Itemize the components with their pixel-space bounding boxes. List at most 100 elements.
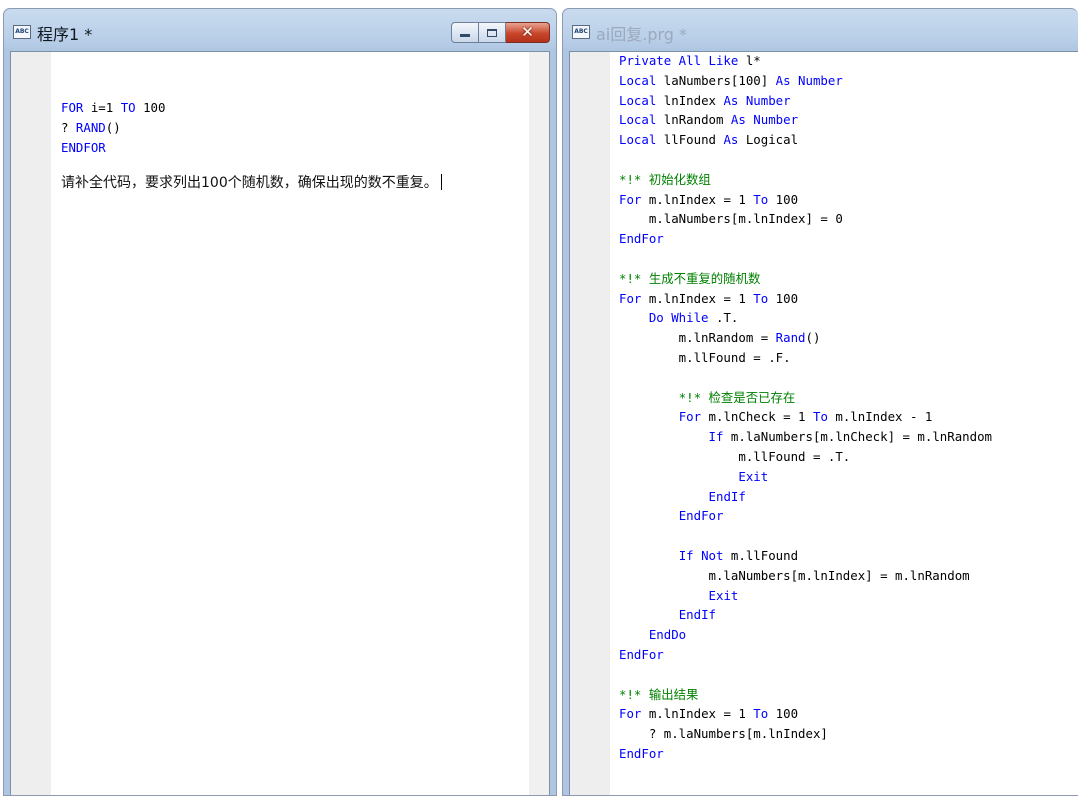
code-token: ()	[805, 330, 821, 346]
maximize-button[interactable]	[479, 22, 506, 43]
code-line: *!* 输出结果	[619, 685, 992, 705]
code-token: m.lnCheck = 1	[701, 409, 813, 425]
editor-gutter	[11, 52, 51, 795]
code-line: ? RAND()	[61, 118, 165, 138]
code-line: Local llFound As Logical	[619, 130, 992, 150]
code-line: Private All Like l*	[619, 51, 992, 71]
window-title: 程序1 *	[37, 25, 93, 44]
code-line: Local laNumbers[100] As Number	[619, 71, 992, 91]
code-token: .T.	[708, 310, 739, 326]
code-token: m.llFound = .T.	[619, 448, 851, 464]
keyword-token: Private All Like	[619, 53, 739, 68]
title-bar[interactable]: ABC 程序1 * ✕	[4, 9, 556, 51]
keyword-token: Rand	[775, 330, 806, 346]
keyword-token: As	[723, 132, 739, 148]
code-line: EndIf	[619, 605, 992, 625]
code-line: EndFor	[619, 744, 992, 764]
code-line: FOR i=1 TO 100	[61, 98, 165, 118]
keyword-token: EndDo	[648, 627, 687, 643]
code-token: lnIndex	[656, 92, 724, 108]
code-line: EndDo	[619, 625, 992, 645]
keyword-token: EndFor	[678, 508, 724, 524]
code-token: m.lnIndex = 1	[641, 706, 754, 722]
code-line: For m.lnIndex = 1 To 100	[619, 190, 992, 210]
code-token: 100	[135, 100, 166, 115]
code-token: m.laNumbers[m.lnIndex] = m.lnRandom	[619, 567, 970, 583]
close-button[interactable]: ✕	[506, 22, 550, 43]
editor-window-left: ABC 程序1 * ✕ FOR i=1 TO 100? RAND() ENDFOR…	[3, 8, 557, 796]
code-line: If Not m.llFound	[619, 546, 992, 566]
code-token: ()	[105, 119, 121, 135]
vertical-scrollbar[interactable]	[529, 52, 549, 795]
keyword-token: If	[708, 429, 724, 445]
code-token: llFound	[656, 132, 724, 148]
code-line: Local lnRandom As Number	[619, 110, 992, 130]
code-line: m.laNumbers[m.lnIndex] = 0	[619, 209, 992, 229]
code-token: lnRandom	[656, 112, 731, 128]
prompt-text: 请补全代码，要求列出100个随机数，确保出现的数不重复。	[61, 175, 438, 191]
code-line: EndFor	[619, 229, 992, 249]
code-token: i=1	[83, 100, 121, 115]
keyword-token: EndFor	[619, 646, 664, 662]
prompt-line[interactable]: 请补全代码，要求列出100个随机数，确保出现的数不重复。	[61, 172, 442, 192]
code-token: laNumbers[100]	[656, 72, 776, 88]
title-bar[interactable]: ABC ai回复.prg *	[563, 9, 1078, 51]
keyword-token: For	[619, 191, 642, 207]
code-token: m.lnIndex = 1	[641, 191, 754, 207]
keyword-token: TO	[120, 100, 136, 115]
code-token: 100	[768, 191, 799, 207]
keyword-token: If Not	[678, 547, 724, 563]
code-line: *!* 初始化数组	[619, 170, 992, 190]
keyword-token: EndFor	[619, 745, 664, 761]
code-line: Do While .T.	[619, 308, 992, 328]
keyword-token: To	[753, 290, 769, 306]
code-line: EndFor	[619, 506, 992, 526]
code-area[interactable]: Private All Like l* Local laNumbers[100] …	[619, 51, 992, 764]
code-token: m.laNumbers[m.lnIndex] = 0	[619, 211, 843, 227]
code-token: m.laNumbers[m.lnCheck] = m.lnRandom	[723, 429, 993, 445]
keyword-token: EndIf	[678, 607, 716, 623]
code-token: ?	[61, 119, 76, 135]
code-editor[interactable]: Private All Like l* Local laNumbers[100] …	[569, 51, 1078, 795]
code-line: For m.lnIndex = 1 To 100	[619, 704, 992, 724]
editor-gutter	[570, 52, 610, 795]
code-line: Exit	[619, 586, 992, 606]
code-line: Local lnIndex As Number	[619, 91, 992, 111]
window-title: ai回复.prg *	[596, 25, 688, 44]
minimize-icon	[460, 34, 470, 37]
keyword-token: Exit	[738, 468, 769, 484]
code-line: *!* 检查是否已存在	[619, 388, 992, 408]
code-line: ? m.laNumbers[m.lnIndex]	[619, 724, 992, 744]
code-line: For m.lnCheck = 1 To m.lnIndex - 1	[619, 407, 992, 427]
code-line: m.laNumbers[m.lnIndex] = m.lnRandom	[619, 566, 992, 586]
code-token: m.lnIndex - 1	[827, 409, 933, 425]
code-token: m.llFound = .F.	[619, 349, 791, 365]
keyword-token: As Number	[775, 72, 843, 88]
comment-token: *!* 初始化数组	[619, 171, 711, 187]
abc-icon: ABC	[572, 25, 590, 39]
comment-token: *!* 检查是否已存在	[619, 389, 796, 405]
keyword-token: As Number	[723, 92, 791, 108]
code-editor[interactable]: FOR i=1 TO 100? RAND() ENDFOR 请补全代码，要求列出1…	[10, 51, 550, 795]
keyword-token: ENDFOR	[61, 139, 106, 155]
minimize-button[interactable]	[451, 22, 479, 43]
keyword-token: EndIf	[708, 488, 746, 504]
code-line: m.llFound = .T.	[619, 447, 992, 467]
code-token: m.llFound	[723, 547, 799, 563]
code-token: ? m.laNumbers[m.lnIndex]	[619, 726, 828, 742]
keyword-token: EndFor	[619, 231, 664, 247]
comment-token: *!* 输出结果	[619, 686, 699, 702]
keyword-token: FOR	[61, 100, 84, 115]
keyword-token: For	[678, 409, 702, 425]
abc-icon: ABC	[13, 25, 31, 39]
code-area[interactable]: FOR i=1 TO 100? RAND() ENDFOR	[61, 98, 165, 157]
keyword-token: Do While	[648, 310, 709, 326]
